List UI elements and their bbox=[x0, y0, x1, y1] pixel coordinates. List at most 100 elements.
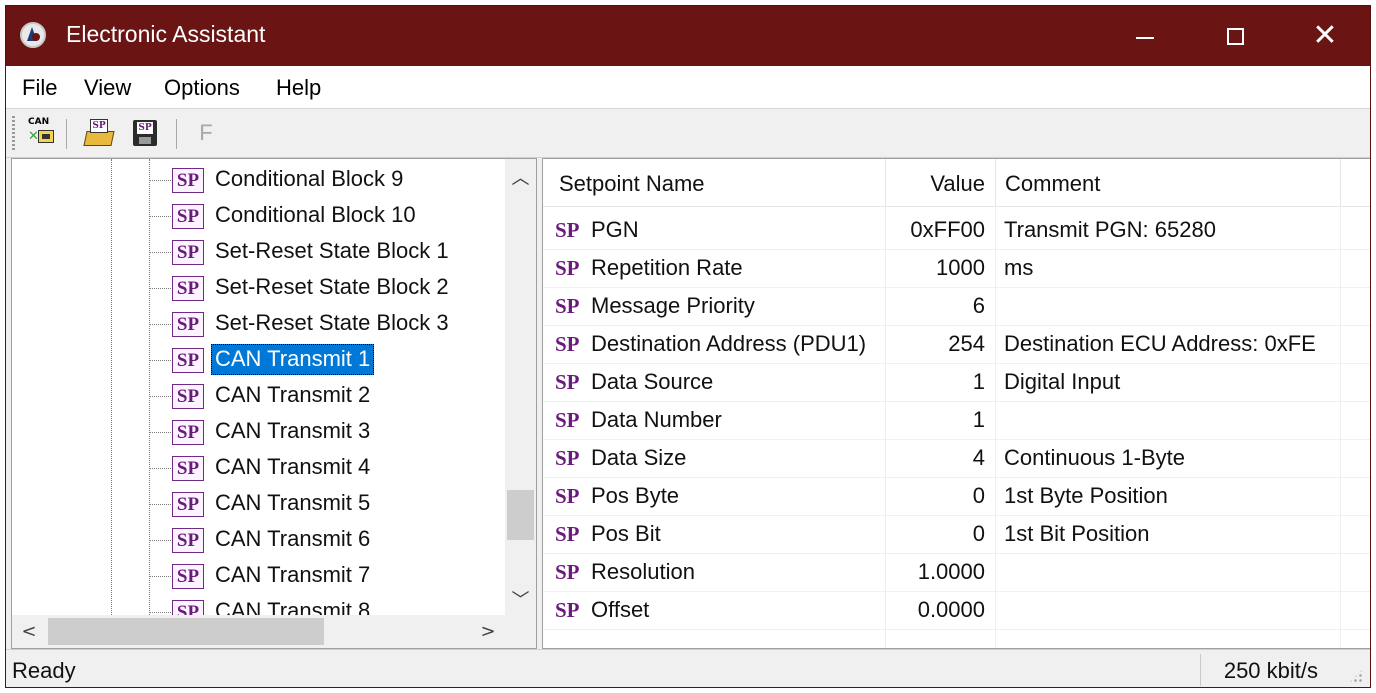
tree-connector-line bbox=[111, 159, 112, 629]
scroll-right-icon[interactable]: > bbox=[471, 615, 505, 648]
column-header-comment[interactable]: Comment bbox=[1005, 159, 1100, 206]
tree-item-label: Set-Reset State Block 1 bbox=[215, 238, 449, 263]
setpoint-name: Data Source bbox=[591, 369, 714, 394]
tree-item-label: Set-Reset State Block 3 bbox=[215, 310, 449, 335]
setpoint-name: Resolution bbox=[591, 559, 695, 584]
setpoint-comment: 1st Bit Position bbox=[1004, 521, 1150, 546]
tree-item-label: Conditional Block 10 bbox=[215, 202, 416, 227]
close-button[interactable]: ✕ bbox=[1280, 6, 1370, 66]
scroll-up-icon[interactable]: ︿ bbox=[505, 161, 536, 197]
tree-branch bbox=[149, 576, 171, 577]
setpoint-icon: SP bbox=[555, 408, 580, 432]
toolbar-separator bbox=[176, 119, 177, 149]
column-header-setpoint-name[interactable]: Setpoint Name bbox=[559, 159, 705, 206]
setpoint-name: Data Size bbox=[591, 445, 687, 470]
setpoint-value: 0 bbox=[972, 521, 985, 546]
toolbar: CAN ✕ SP SP F bbox=[6, 109, 1370, 158]
setpoint-comment: Transmit PGN: 65280 bbox=[1004, 217, 1216, 242]
setpoint-group-icon: SP bbox=[172, 348, 204, 373]
setpoint-comment: 1st Byte Position bbox=[1004, 483, 1168, 508]
setpoint-group-icon: SP bbox=[172, 312, 204, 337]
tree-item-label: CAN Transmit 3 bbox=[215, 418, 371, 443]
setpoint-value: 6 bbox=[972, 293, 985, 318]
tree-branch bbox=[149, 432, 171, 433]
can-connect-icon: CAN ✕ bbox=[26, 117, 56, 148]
list-header: Setpoint Name Value Comment bbox=[543, 159, 1370, 207]
setpoint-row-destination-address[interactable]: SP Destination Address (PDU1) 254 Destin… bbox=[543, 326, 1370, 364]
tree-branch bbox=[149, 396, 171, 397]
setpoint-row-data-size[interactable]: SP Data Size 4 Continuous 1-Byte bbox=[543, 440, 1370, 478]
column-divider[interactable] bbox=[1340, 159, 1341, 206]
app-logo-icon[interactable] bbox=[20, 22, 46, 48]
scroll-left-icon[interactable]: < bbox=[12, 615, 46, 648]
scrollbar-thumb[interactable] bbox=[48, 618, 324, 645]
setpoint-value: 1 bbox=[972, 407, 985, 432]
tree-branch bbox=[149, 252, 171, 253]
minimize-button[interactable] bbox=[1100, 6, 1190, 66]
setpoint-row-pos-byte[interactable]: SP Pos Byte 0 1st Byte Position bbox=[543, 478, 1370, 516]
setpoint-group-icon: SP bbox=[172, 204, 204, 229]
column-header-value[interactable]: Value bbox=[893, 159, 985, 206]
setpoint-value: 4 bbox=[972, 445, 985, 470]
interface-box-icon bbox=[38, 130, 54, 143]
scrollbar-thumb[interactable] bbox=[507, 490, 534, 540]
setpoint-icon: SP bbox=[555, 256, 580, 280]
tree-item-label: CAN Transmit 6 bbox=[215, 526, 371, 551]
menu-view[interactable]: View bbox=[84, 75, 131, 101]
setpoint-name: Pos Byte bbox=[591, 483, 680, 508]
setpoint-group-icon: SP bbox=[172, 492, 204, 517]
open-setpoints-button[interactable]: SP bbox=[82, 116, 116, 150]
tree-branch bbox=[149, 504, 171, 505]
setpoint-list: Setpoint Name Value Comment SP PGN 0xFF0… bbox=[542, 158, 1370, 649]
menu-help[interactable]: Help bbox=[276, 75, 321, 101]
flash-button[interactable]: F bbox=[189, 116, 223, 150]
setpoint-tree[interactable]: SP Conditional Block 9 SP Conditional Bl… bbox=[11, 158, 537, 649]
setpoint-name: Offset bbox=[591, 597, 650, 622]
resize-grip-icon[interactable] bbox=[1348, 668, 1364, 684]
setpoint-row-message-priority[interactable]: SP Message Priority 6 bbox=[543, 288, 1370, 326]
setpoint-group-icon: SP bbox=[172, 240, 204, 265]
setpoint-value: 0xFF00 bbox=[910, 217, 985, 242]
setpoint-row-resolution[interactable]: SP Resolution 1.0000 bbox=[543, 554, 1370, 592]
setpoint-row-pos-bit[interactable]: SP Pos Bit 0 1st Bit Position bbox=[543, 516, 1370, 554]
save-setpoints-icon: SP bbox=[130, 118, 160, 148]
sp-doc-icon: SP bbox=[90, 119, 108, 133]
setpoint-name: Data Number bbox=[591, 407, 722, 432]
setpoint-icon: SP bbox=[555, 598, 580, 622]
menu-options[interactable]: Options bbox=[164, 75, 240, 101]
tree-item-label: Conditional Block 9 bbox=[215, 166, 404, 191]
setpoint-group-icon: SP bbox=[172, 528, 204, 553]
toolbar-grip[interactable] bbox=[12, 116, 15, 150]
disk-shutter bbox=[139, 137, 151, 144]
setpoint-icon: SP bbox=[555, 332, 580, 356]
app-window: Electronic Assistant ✕ File View Options… bbox=[5, 5, 1371, 688]
title-bar[interactable]: Electronic Assistant ✕ bbox=[6, 6, 1370, 66]
tree-item-label: CAN Transmit 7 bbox=[215, 562, 371, 587]
tree-item-label: CAN Transmit 2 bbox=[215, 382, 371, 407]
maximize-button[interactable] bbox=[1190, 6, 1280, 66]
scroll-down-icon[interactable]: ﹀ bbox=[505, 583, 536, 619]
minimize-icon bbox=[1136, 37, 1154, 39]
can-connect-button[interactable]: CAN ✕ bbox=[24, 116, 58, 150]
setpoint-comment: Destination ECU Address: 0xFE bbox=[1004, 331, 1316, 356]
save-setpoints-button[interactable]: SP bbox=[128, 116, 162, 150]
column-divider[interactable] bbox=[885, 159, 886, 206]
tree-vertical-scrollbar[interactable]: ︿ ﹀ bbox=[505, 159, 536, 615]
tree-horizontal-scrollbar[interactable]: < > bbox=[12, 615, 505, 648]
setpoint-comment: Digital Input bbox=[1004, 369, 1121, 394]
baud-rate-indicator: 250 kbit/s bbox=[1223, 658, 1318, 683]
setpoint-row-data-number[interactable]: SP Data Number 1 bbox=[543, 402, 1370, 440]
setpoint-row-data-source[interactable]: SP Data Source 1 Digital Input bbox=[543, 364, 1370, 402]
toolbar-separator bbox=[66, 119, 67, 149]
maximize-icon bbox=[1226, 27, 1244, 45]
menu-file[interactable]: File bbox=[22, 75, 57, 101]
folder-icon bbox=[83, 131, 115, 146]
setpoint-name: Message Priority bbox=[591, 293, 755, 318]
column-divider[interactable] bbox=[995, 159, 996, 206]
setpoint-row-repetition-rate[interactable]: SP Repetition Rate 1000 ms bbox=[543, 250, 1370, 288]
scrollbar-corner bbox=[505, 615, 536, 648]
tree-branch bbox=[149, 216, 171, 217]
setpoint-row-pgn[interactable]: SP PGN 0xFF00 Transmit PGN: 65280 bbox=[543, 212, 1370, 250]
setpoint-row-offset[interactable]: SP Offset 0.0000 bbox=[543, 592, 1370, 630]
status-bar: Ready 250 kbit/s bbox=[6, 649, 1370, 687]
